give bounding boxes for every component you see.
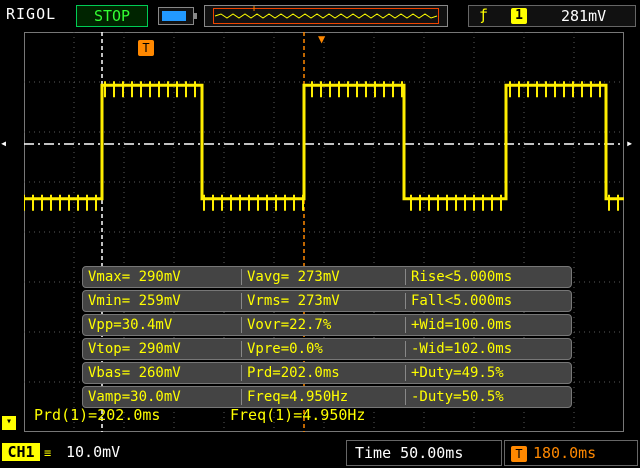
channel-1-scale: 10.0mV xyxy=(66,443,121,461)
column-divider xyxy=(241,341,242,357)
column-divider xyxy=(241,269,242,285)
column-divider xyxy=(405,269,406,285)
measurement-row: Vamp=30.0mV Freq=4.950Hz -Duty=50.5% xyxy=(82,386,572,408)
measurement-row: Vbas= 260mV Prd=202.0ms +Duty=49.5% xyxy=(82,362,572,384)
frequency-readout: Freq(1)=4.950Hz xyxy=(230,406,366,424)
trigger-level-left-marker-icon: ◂ xyxy=(0,136,8,150)
measurement-value: Vpre=0.0% xyxy=(247,341,323,357)
trigger-offset-value: 180.0ms xyxy=(533,444,597,462)
measurement-value: -Duty=50.5% xyxy=(411,389,504,405)
measurement-row: Vtop= 290mV Vpre=0.0% -Wid=102.0ms xyxy=(82,338,572,360)
column-divider xyxy=(405,341,406,357)
measurement-row: Vmax= 290mV Vavg= 273mV Rise<5.000ms xyxy=(82,266,572,288)
measurement-value: Fall<5.000ms xyxy=(411,293,513,309)
column-divider xyxy=(405,317,406,333)
brand-logo: RIGOL xyxy=(6,5,57,23)
measurement-row: Vpp=30.4mV Vovr=22.7% +Wid=100.0ms xyxy=(82,314,572,336)
measurement-value: Vmax= 290mV xyxy=(88,269,181,285)
trigger-info[interactable]: ƒ 1 281mV xyxy=(468,5,636,27)
battery-icon xyxy=(158,7,197,25)
measurement-value: Prd=202.0ms xyxy=(247,365,340,381)
trigger-offset-icon: T xyxy=(511,446,527,462)
measurement-value: Vamp=30.0mV xyxy=(88,389,181,405)
bottom-status-bar: CH1 ≡ 10.0mV Time 50.00ms T 180.0ms xyxy=(0,438,640,468)
measurement-table: Vmax= 290mV Vavg= 273mV Rise<5.000ms Vmin= … xyxy=(82,266,572,410)
measurement-value: Rise<5.000ms xyxy=(411,269,513,285)
trigger-time-marker[interactable]: T xyxy=(138,40,154,56)
measurement-value: -Wid=102.0ms xyxy=(411,341,513,357)
trigger-level: 281mV xyxy=(561,7,607,25)
noise-spikes xyxy=(24,81,619,211)
measurement-value: Freq=4.950Hz xyxy=(247,389,349,405)
measurement-value: Vpp=30.4mV xyxy=(88,317,173,333)
measurement-value: +Wid=100.0ms xyxy=(411,317,513,333)
memory-trigger-marker: T xyxy=(251,5,258,14)
dc-coupling-icon: ≡ xyxy=(44,446,52,460)
rising-edge-icon: ƒ xyxy=(479,6,489,24)
measurement-row: Vmin= 259mV Vrms= 273mV Fall<5.000ms xyxy=(82,290,572,312)
run-stop-indicator[interactable]: STOP xyxy=(76,5,148,27)
timebase-label: Time 50.00ms xyxy=(355,444,464,462)
measurement-value: Vmin= 259mV xyxy=(88,293,181,309)
trigger-source: 1 xyxy=(511,8,527,24)
trigger-level-right-marker-icon: ▸ xyxy=(626,136,634,150)
column-divider xyxy=(241,317,242,333)
column-divider xyxy=(405,389,406,405)
top-status-bar: RIGOL STOP T ƒ 1 281mV xyxy=(0,0,640,30)
column-divider xyxy=(241,389,242,405)
memory-depth-bar: T xyxy=(204,5,448,27)
trigger-offset-box[interactable]: T 180.0ms xyxy=(504,440,638,466)
measurement-value: Vtop= 290mV xyxy=(88,341,181,357)
trigger-position-arrow-icon: ▼ xyxy=(318,32,326,46)
channel-1-tag[interactable]: CH1 xyxy=(2,443,40,461)
column-divider xyxy=(405,365,406,381)
measurement-value: Vavg= 273mV xyxy=(247,269,340,285)
period-readout: Prd(1)=202.0ms xyxy=(34,406,161,424)
measurement-value: Vrms= 273mV xyxy=(247,293,340,309)
measurement-value: Vovr=22.7% xyxy=(247,317,332,333)
channel-ground-marker-icon: ▾ xyxy=(2,416,16,430)
column-divider xyxy=(241,365,242,381)
column-divider xyxy=(405,293,406,309)
measurement-value: Vbas= 260mV xyxy=(88,365,181,381)
timebase-box[interactable]: Time 50.00ms xyxy=(346,440,502,466)
measurement-value: +Duty=49.5% xyxy=(411,365,504,381)
column-divider xyxy=(241,293,242,309)
